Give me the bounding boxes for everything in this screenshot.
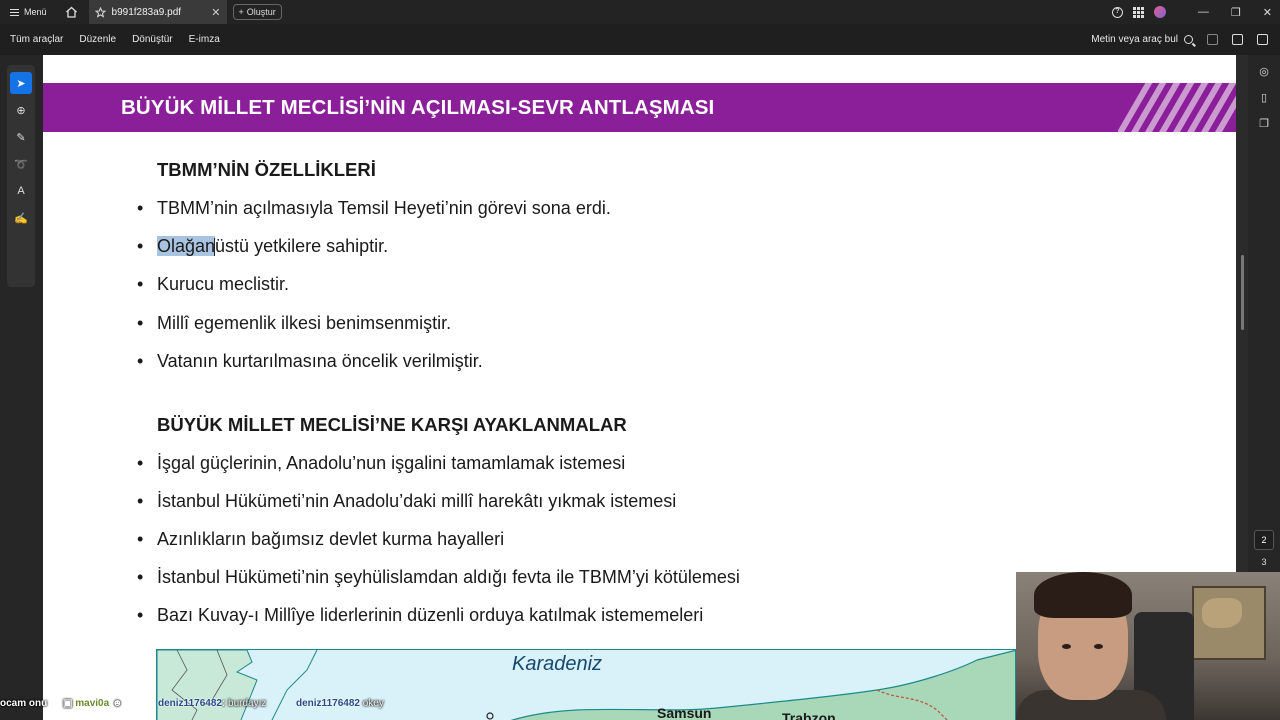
scrollbar-thumb[interactable] [1241,255,1244,330]
close-tab-icon[interactable]: ✕ [211,6,220,19]
emote-icon: ☻ [111,698,123,709]
section-heading-uprisings: BÜYÜK MİLLET MECLİSİ’NE KARŞI AYAKLANMAL… [157,414,627,435]
lasso-icon: ➰ [14,158,28,171]
page-thumbnail-next[interactable]: 3 [1254,553,1274,573]
draw-tool[interactable]: ➰ [10,153,32,175]
map-label-sea: Karadeniz [512,653,603,675]
signature-icon: ✍ [14,212,28,225]
home-icon [66,6,77,18]
apps-grid-icon[interactable] [1132,6,1144,18]
zoom-icon: ⊕ [16,104,26,117]
pages-icon[interactable]: ❐ [1258,118,1270,130]
document-tab[interactable]: b991f283a9.pdf ✕ [88,0,227,24]
menu-bar: Tüm araçlar Düzenle Dönüştür E-imza Meti… [0,24,1280,55]
title-bar: Menü b991f283a9.pdf ✕ + Oluştur ? — ❐ ✕ [0,0,1280,24]
hamburger-icon [10,8,19,16]
chat-fragment: ocam onu [0,698,48,709]
sign-tool[interactable]: ✍ [10,207,32,229]
webcam-overlay [1016,572,1280,720]
bookmark-icon[interactable]: ▯ [1258,92,1270,104]
plus-icon: + [238,7,244,17]
find-button[interactable]: Metin veya araç bul [1091,34,1193,45]
new-tab-button[interactable]: + Oluştur [232,4,282,20]
help-icon[interactable]: ? [1111,6,1123,18]
minimize-icon[interactable]: — [1198,6,1209,19]
map-label-city: Trabzon [782,710,836,720]
home-button[interactable] [57,0,87,24]
menu-all-tools[interactable]: Tüm araçlar [0,34,71,45]
save-icon[interactable] [1207,34,1218,45]
pencil-icon: ✎ [16,131,26,144]
comment-icon[interactable]: ◎ [1258,66,1270,78]
quick-tools: ➤ ⊕ ✎ ➰ A ✍ [7,65,35,287]
chat-message: deniz1176482: burdayız [158,698,267,709]
new-tab-label: Oluştur [246,7,276,17]
left-tool-rail: ➤ ⊕ ✎ ➰ A ✍ [0,55,43,720]
menu-esign[interactable]: E-imza [181,34,228,45]
mail-icon[interactable] [1257,34,1268,45]
text-tool[interactable]: A [10,180,32,202]
close-window-icon[interactable]: ✕ [1263,6,1272,19]
cursor-icon: ➤ [16,77,26,90]
section-heading-features: TBMM’NİN ÖZELLİKLERİ [157,159,376,180]
text-selection[interactable]: Olağan [157,236,216,256]
menu-edit[interactable]: Düzenle [71,34,124,45]
tab-title: b991f283a9.pdf [111,6,182,18]
map-figure: Karadeniz Samsun Trabzon [156,649,1016,720]
find-label: Metin veya araç bul [1091,34,1178,45]
select-tool[interactable]: ➤ [10,72,32,94]
chat-message: deniz1176482 okey [296,698,384,709]
avatar[interactable] [1153,6,1166,18]
menu-convert[interactable]: Dönüştür [124,34,181,45]
banner-title: BÜYÜK MİLLET MECLİSİ’NİN AÇILMASI-SEVR A… [121,96,715,119]
star-icon[interactable] [94,6,106,18]
text-box-icon: A [17,185,25,197]
annotate-tool[interactable]: ✎ [10,126,32,148]
chat-message: ▣ mavi0a ☻ [63,698,123,709]
restore-icon[interactable]: ❐ [1231,6,1241,19]
map-label-city: Samsun [657,705,712,720]
title-banner: BÜYÜK MİLLET MECLİSİ’NİN AÇILMASI-SEVR A… [43,83,1236,132]
menu-label: Menü [24,7,47,17]
menu-button[interactable]: Menü [0,0,57,24]
search-icon [1184,35,1193,44]
banner-stripes [1118,83,1236,132]
zoom-tool[interactable]: ⊕ [10,99,32,121]
print-icon[interactable] [1232,34,1243,45]
badge-icon: ▣ [63,698,73,709]
page-thumbnail-current[interactable]: 2 [1254,530,1274,550]
wall-map-poster [1192,586,1266,660]
